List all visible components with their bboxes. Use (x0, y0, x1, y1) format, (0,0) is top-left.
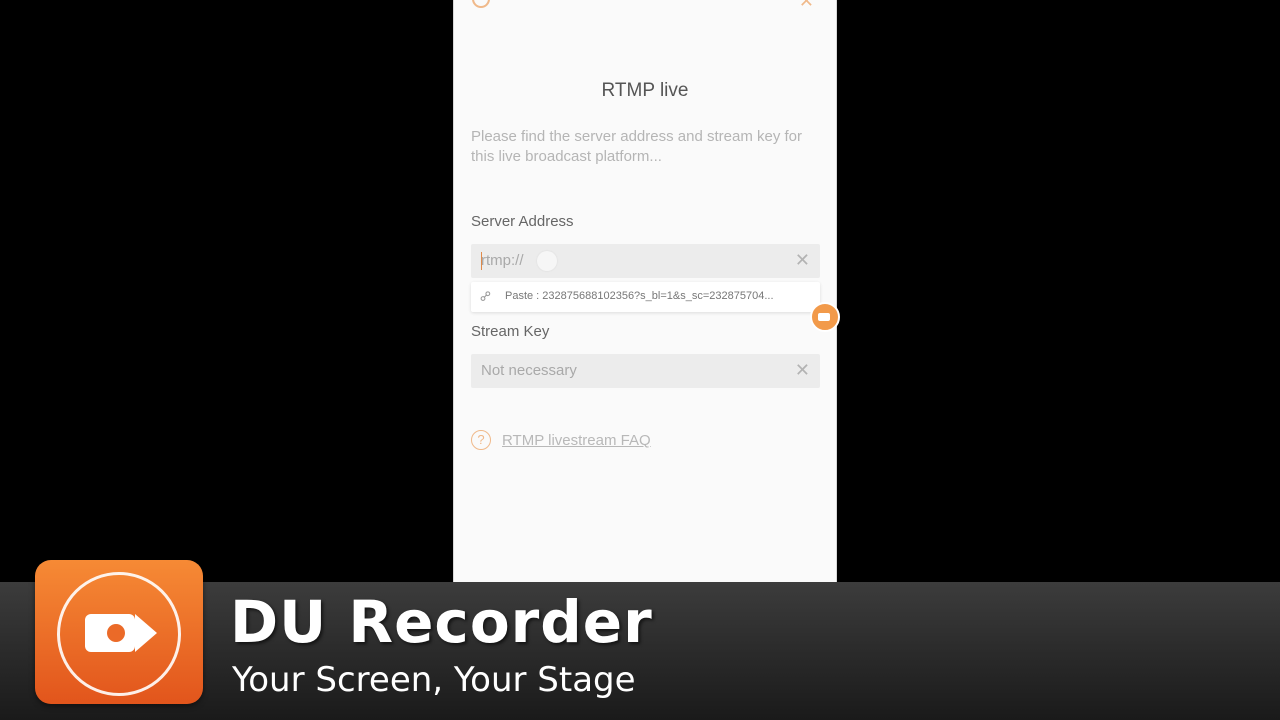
floating-record-button[interactable] (810, 302, 840, 332)
clear-stream-key-icon[interactable]: ✕ (795, 360, 810, 380)
stream-key-placeholder: Not necessary (481, 362, 577, 379)
paste-suggestion[interactable]: ⚯ Paste : 232875688102356?s_bl=1&s_sc=23… (471, 282, 820, 312)
clear-server-icon[interactable]: ✕ (795, 250, 810, 270)
camera-viewfinder (135, 614, 157, 652)
server-address-label: Server Address (471, 213, 574, 230)
faq-link-text: RTMP livestream FAQ (502, 432, 651, 449)
dialog-title: RTMP live (601, 80, 689, 101)
settings-icon[interactable] (472, 0, 490, 8)
help-circle-icon: ? (471, 430, 491, 450)
phone-screen: ✕ RTMP live Please find the server addre… (453, 0, 837, 582)
close-icon[interactable]: ✕ (799, 0, 814, 10)
touch-indicator (537, 251, 557, 271)
text-cursor (481, 252, 482, 270)
paste-suggestion-text: Paste : 232875688102356?s_bl=1&s_sc=2328… (505, 290, 774, 302)
server-address-value: rtmp:// (481, 252, 524, 269)
stream-key-label: Stream Key (471, 323, 550, 340)
link-icon: ⚯ (475, 286, 496, 306)
brand-tagline: Your Screen, Your Stage (232, 660, 636, 700)
camera-lens (107, 624, 125, 642)
server-address-input[interactable]: rtmp:// ✕ (471, 244, 820, 278)
stream-key-input[interactable]: Not necessary ✕ (471, 354, 820, 388)
brand-name: DU Recorder (230, 588, 653, 656)
app-logo (35, 560, 203, 704)
dialog-description: Please find the server address and strea… (471, 128, 802, 165)
